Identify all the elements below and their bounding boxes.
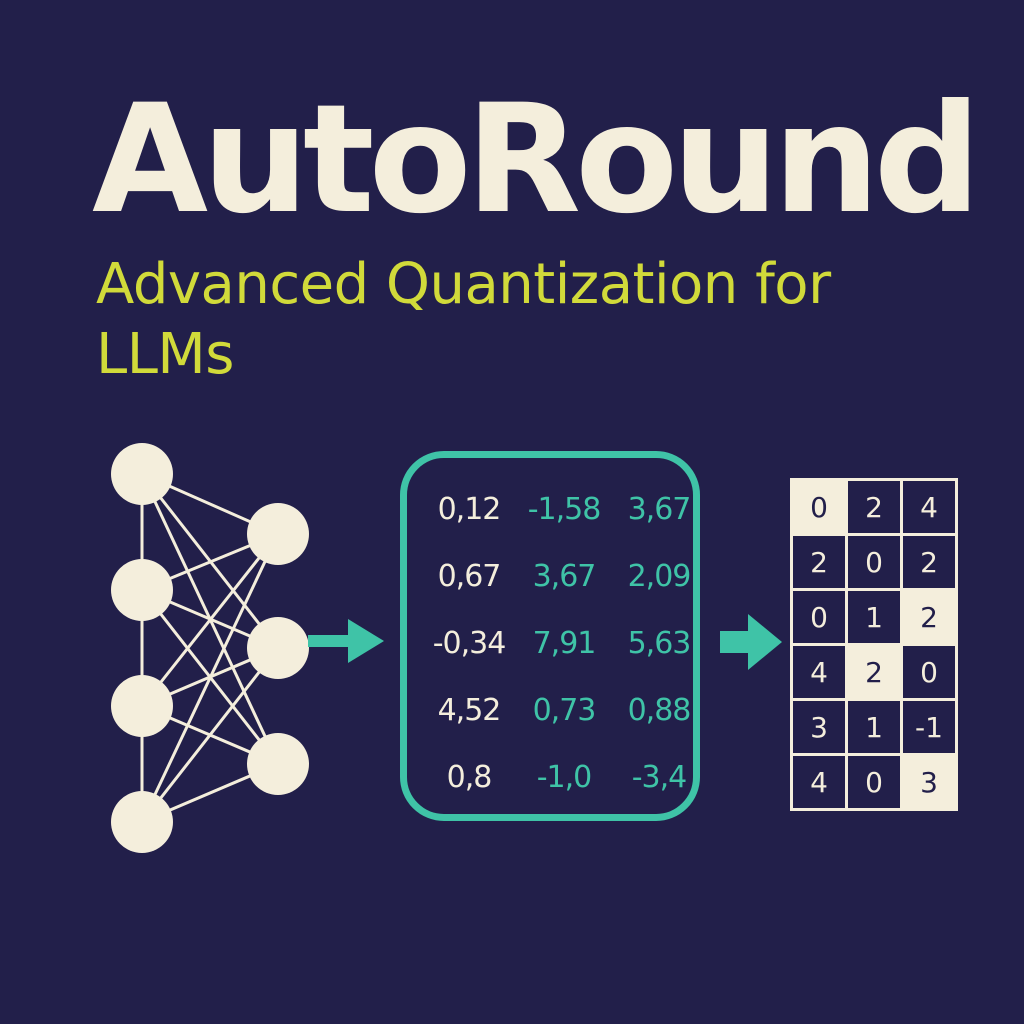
quantized-cell: 0 [845, 753, 903, 811]
quantized-cell-highlighted: 0 [790, 478, 848, 536]
quantized-cell: 1 [845, 698, 903, 756]
quantized-cell: 1 [845, 588, 903, 646]
hidden-node [247, 503, 309, 565]
weights-matrix: 0,12 -1,58 3,67 0,67 3,67 2,09 -0,34 7,91 5,63 4,… [400, 451, 700, 821]
quantized-cell-highlighted: 2 [900, 588, 958, 646]
quantized-cell: 2 [900, 533, 958, 591]
neural-network-icon [111, 443, 309, 853]
arrow-right-icon [308, 619, 384, 663]
weights-grid: 0,12 -1,58 3,67 0,67 3,67 2,09 -0,34 7,91 5,63 4,… [407, 476, 707, 811]
quantized-cell: 4 [790, 753, 848, 811]
weight-value: 2,09 [627, 559, 692, 594]
network-edge [140, 647, 280, 823]
weight-value: 0,88 [627, 693, 692, 728]
weight-value: 0,12 [437, 492, 502, 527]
weight-value: 3,67 [627, 492, 692, 527]
poster: AutoRound Advanced Quantization for LLMs… [0, 0, 1024, 1024]
quantized-table: 0 2 4 2 0 2 0 1 2 4 2 0 3 1 -1 4 0 3 [790, 478, 958, 811]
hidden-node [247, 733, 309, 795]
table-row: 012 [790, 588, 958, 646]
weight-value: 4,52 [437, 693, 502, 728]
weight-value: -0,34 [432, 626, 507, 661]
table-row: 202 [790, 533, 958, 591]
input-node [111, 791, 173, 853]
quantized-cell: 0 [790, 588, 848, 646]
quantized-cell: 2 [790, 533, 848, 591]
weight-value: 0,8 [446, 760, 493, 795]
quantized-cell: 0 [845, 533, 903, 591]
quantized-cell-highlighted: 3 [900, 753, 958, 811]
table-row: 3 1 -1 [790, 698, 958, 756]
page-subtitle: Advanced Quantization for LLMs [96, 252, 831, 387]
quantized-cell-highlighted: 2 [845, 643, 903, 701]
weight-value: -1,0 [536, 760, 593, 795]
quantized-cell: 3 [790, 698, 848, 756]
quantized-cell: 4 [900, 478, 958, 536]
quantized-cell: 4 [790, 643, 848, 701]
weight-value: -3,4 [631, 760, 688, 795]
input-node [111, 675, 173, 737]
weight-value: 0,67 [437, 559, 502, 594]
page-title: AutoRound [92, 73, 981, 247]
weight-value: -1,58 [527, 492, 602, 527]
arrow-right-icon [720, 614, 782, 670]
input-node [111, 443, 173, 505]
weight-value: 0,73 [532, 693, 597, 728]
input-node [111, 559, 173, 621]
quantized-cell: 0 [900, 643, 958, 701]
weight-value: 3,67 [532, 559, 597, 594]
quantized-cell: -1 [900, 698, 958, 756]
table-row: 403 [790, 753, 958, 811]
weight-value: 5,63 [627, 626, 692, 661]
weight-value: 7,91 [532, 626, 597, 661]
table-row: 420 [790, 643, 958, 701]
quantized-cell: 2 [845, 478, 903, 536]
table-row: 024 [790, 478, 958, 536]
hidden-node [247, 617, 309, 679]
